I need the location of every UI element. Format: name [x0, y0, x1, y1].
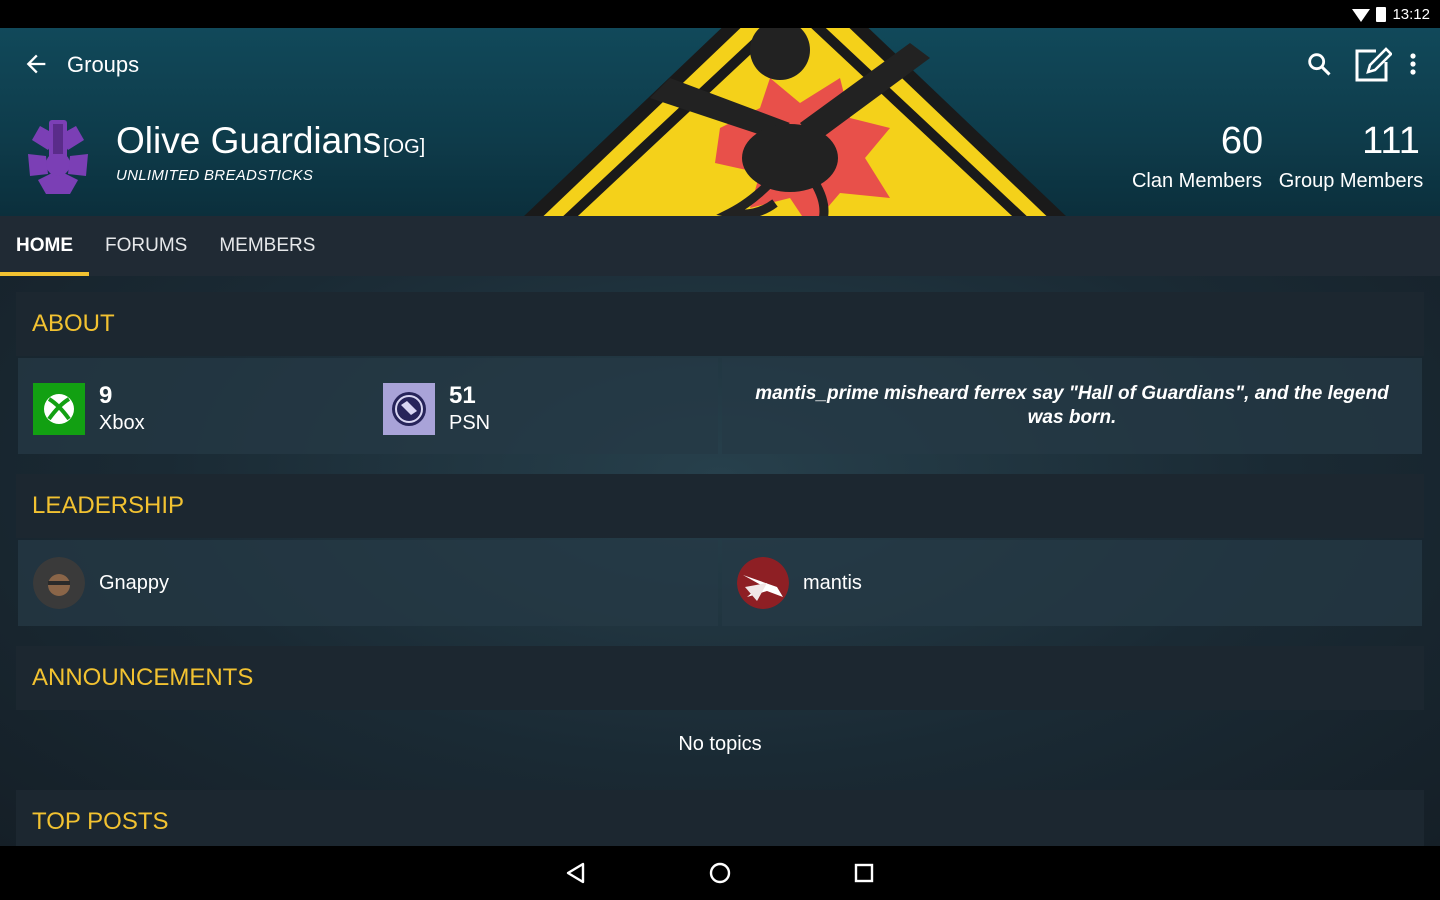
- clan-members-stat-label: Clan Members: [1128, 166, 1266, 193]
- clan-members-stat: 60: [1196, 120, 1288, 163]
- avatar-mantis: [737, 557, 789, 609]
- clan-motto: UNLIMITED BREADSTICKS: [116, 167, 314, 184]
- avatar-gnappy: [33, 557, 85, 609]
- compose-icon[interactable]: [1352, 46, 1392, 84]
- group-members-stat: 111: [1346, 120, 1436, 163]
- psn-count: 51: [449, 382, 476, 409]
- clan-members-count: 60: [1220, 120, 1264, 162]
- xbox-count: 9: [99, 382, 113, 409]
- tab-home[interactable]: HOME: [0, 216, 89, 276]
- app-bar: Groups: [0, 28, 1440, 102]
- clan-emblem-icon: [28, 120, 88, 194]
- nav-recents-icon[interactable]: [851, 860, 877, 886]
- group-members-stat-label: Group Members: [1274, 166, 1428, 193]
- clan-name: Olive Guardians: [116, 120, 382, 161]
- wifi-icon: [1352, 9, 1371, 22]
- leader-mantis[interactable]: mantis: [737, 557, 862, 609]
- nav-home-icon[interactable]: [707, 860, 733, 886]
- announcements-header: ANNOUNCEMENTS: [16, 646, 1424, 710]
- about-header: ABOUT: [16, 292, 1424, 356]
- clan-members-label: Clan Members: [1131, 170, 1263, 192]
- platform-xbox: 9 Xbox: [33, 382, 145, 435]
- group-members-label: Group Members: [1278, 170, 1424, 192]
- nav-back-icon[interactable]: [563, 860, 589, 886]
- xbox-label: Xbox: [99, 412, 145, 434]
- tab-forums[interactable]: FORUMS: [89, 216, 203, 276]
- xbox-icon: [33, 382, 85, 435]
- platform-psn: 51 PSN: [383, 382, 490, 435]
- clan-description: mantis_prime misheard ferrex say "Hall o…: [755, 383, 1389, 428]
- psn-icon: [383, 382, 435, 435]
- group-members-count: 111: [1362, 120, 1420, 162]
- psn-label: PSN: [449, 412, 491, 434]
- leader-name: mantis: [803, 571, 862, 594]
- leadership-header: LEADERSHIP: [16, 474, 1424, 538]
- back-arrow-icon[interactable]: [22, 50, 50, 78]
- top-posts-header: TOP POSTS: [16, 790, 1424, 846]
- leader-name: Gnappy: [99, 571, 170, 594]
- announcements-empty: No topics: [678, 732, 762, 755]
- tab-members[interactable]: MEMBERS: [203, 216, 331, 276]
- status-time: 13:12: [1392, 5, 1430, 23]
- home-content[interactable]: ABOUT 9 Xbox 51 PSN mantis_prime mishear…: [0, 276, 1440, 846]
- app-bar-title[interactable]: Groups: [67, 52, 139, 78]
- more-options-icon[interactable]: [1402, 50, 1424, 78]
- status-bar: 13:12: [0, 0, 1440, 28]
- tab-bar: HOME FORUMS MEMBERS: [0, 216, 1440, 276]
- search-icon[interactable]: [1305, 50, 1333, 78]
- clan-tag: [OG]: [383, 136, 426, 158]
- leader-gnappy[interactable]: Gnappy: [33, 557, 169, 609]
- system-nav-bar: [0, 846, 1440, 900]
- battery-icon: [1376, 6, 1387, 22]
